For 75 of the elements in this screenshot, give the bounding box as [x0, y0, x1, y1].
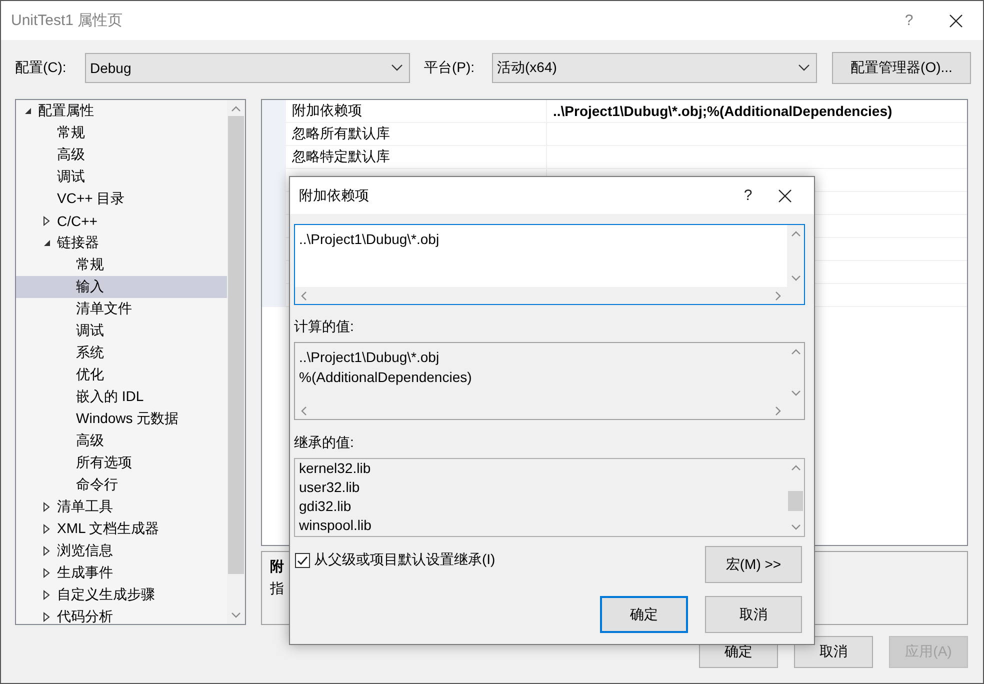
field-label: 配置(C): — [15, 59, 68, 77]
tree-item[interactable]: C/C++ — [16, 210, 227, 232]
tree-item[interactable]: 输入 — [16, 276, 227, 298]
tree-item[interactable]: 清单工具 — [16, 496, 227, 518]
window-title: UnitTest1 属性页 — [11, 11, 124, 30]
tree-item[interactable]: 调试 — [16, 166, 227, 188]
property-value: ..\Project1\Dubug\*.obj;%(AdditionalDependencies) — [546, 100, 967, 123]
tree-item[interactable]: 生成事件 — [16, 562, 227, 584]
inherited-item: gdi32.lib — [299, 497, 352, 516]
tree-item[interactable]: 常规 — [16, 122, 227, 144]
description-title: 附 — [270, 558, 284, 576]
macro-button[interactable]: 宏(M) >> — [705, 546, 802, 583]
inherited-item: kernel32.lib — [299, 459, 371, 478]
tree-item[interactable]: 嵌入的 IDL — [16, 386, 227, 408]
chevron-down-icon[interactable] — [790, 522, 800, 532]
chevron-left-icon[interactable] — [299, 406, 309, 416]
chevron-up-icon[interactable] — [790, 229, 800, 239]
property-name: 附加依赖项 — [286, 100, 546, 123]
tree-item[interactable]: 高级 — [16, 144, 227, 166]
field-label: 平台(P): — [424, 59, 476, 77]
tree-item[interactable]: 浏览信息 — [16, 540, 227, 562]
tree-item[interactable]: 链接器 — [16, 232, 227, 254]
platform-dropdown[interactable]: 活动(x64) — [492, 53, 817, 83]
property-name: 忽略特定默认库 — [286, 146, 546, 169]
close-icon[interactable] — [778, 188, 792, 202]
tree-item[interactable]: 常规 — [16, 254, 227, 276]
scrollbar-thumb[interactable] — [788, 491, 803, 511]
tree-item[interactable]: 配置属性 — [16, 100, 227, 122]
inherited-item: user32.lib — [299, 478, 360, 497]
scrollbar[interactable] — [787, 225, 804, 287]
chevron-down-icon[interactable] — [790, 273, 800, 283]
tree-item[interactable]: XML 文档生成器 — [16, 518, 227, 540]
chevron-down-icon[interactable] — [231, 610, 241, 620]
field-label: 计算的值: — [294, 318, 355, 336]
computed-line: %(AdditionalDependencies) — [299, 368, 472, 387]
tree-item[interactable]: 所有选项 — [16, 452, 227, 474]
ok-button[interactable]: 确定 — [600, 596, 688, 633]
chevron-right-icon[interactable] — [773, 406, 783, 416]
tree-item[interactable]: 系统 — [16, 342, 227, 364]
dialog-title: 附加依赖项 — [299, 186, 370, 204]
cancel-button[interactable]: 取消 — [705, 596, 802, 633]
property-name: 忽略所有默认库 — [286, 123, 546, 146]
cancel-button[interactable]: 取消 — [794, 636, 873, 668]
help-button[interactable]: ? — [718, 187, 778, 204]
tree-item[interactable]: 自定义生成步骤 — [16, 584, 227, 606]
chevron-up-icon[interactable] — [790, 347, 800, 357]
chevron-right-icon[interactable] — [773, 290, 783, 300]
tree-item[interactable]: VC++ 目录 — [16, 188, 227, 210]
checkbox-label[interactable]: 从父级或项目默认设置继承(I) — [314, 551, 496, 569]
tree-item[interactable]: 清单文件 — [16, 298, 227, 320]
scrollbar[interactable] — [295, 287, 787, 304]
edit-box[interactable]: ..\Project1\Dubug\*.obj — [294, 224, 805, 305]
scrollbar-thumb[interactable] — [228, 116, 244, 574]
tree-item[interactable]: 高级 — [16, 430, 227, 452]
inherited-item: winspool.lib — [299, 516, 372, 535]
chevron-up-icon[interactable] — [231, 104, 241, 114]
chevron-down-icon[interactable] — [790, 388, 800, 398]
chevron-up-icon[interactable] — [790, 463, 800, 473]
tree-item[interactable]: 命令行 — [16, 474, 227, 496]
tree-item[interactable]: 调试 — [16, 320, 227, 342]
configuration-dropdown[interactable]: Debug — [85, 53, 410, 83]
field-label: 继承的值: — [294, 434, 355, 452]
tree-item[interactable]: 优化 — [16, 364, 227, 386]
chevron-down-icon — [391, 64, 403, 72]
help-button[interactable]: ? — [879, 12, 939, 29]
scrollbar[interactable] — [227, 100, 245, 624]
tree-item[interactable]: 代码分析 — [16, 606, 227, 624]
chevron-down-icon — [798, 64, 810, 72]
description-text: 指 — [270, 580, 284, 598]
tree-item[interactable]: Windows 元数据 — [16, 408, 227, 430]
computed-line: ..\Project1\Dubug\*.obj — [299, 348, 440, 367]
checkbox[interactable] — [295, 552, 310, 568]
configuration-manager-button[interactable]: 配置管理器(O)... — [832, 52, 971, 84]
close-icon[interactable] — [949, 14, 963, 28]
chevron-left-icon[interactable] — [299, 290, 309, 300]
